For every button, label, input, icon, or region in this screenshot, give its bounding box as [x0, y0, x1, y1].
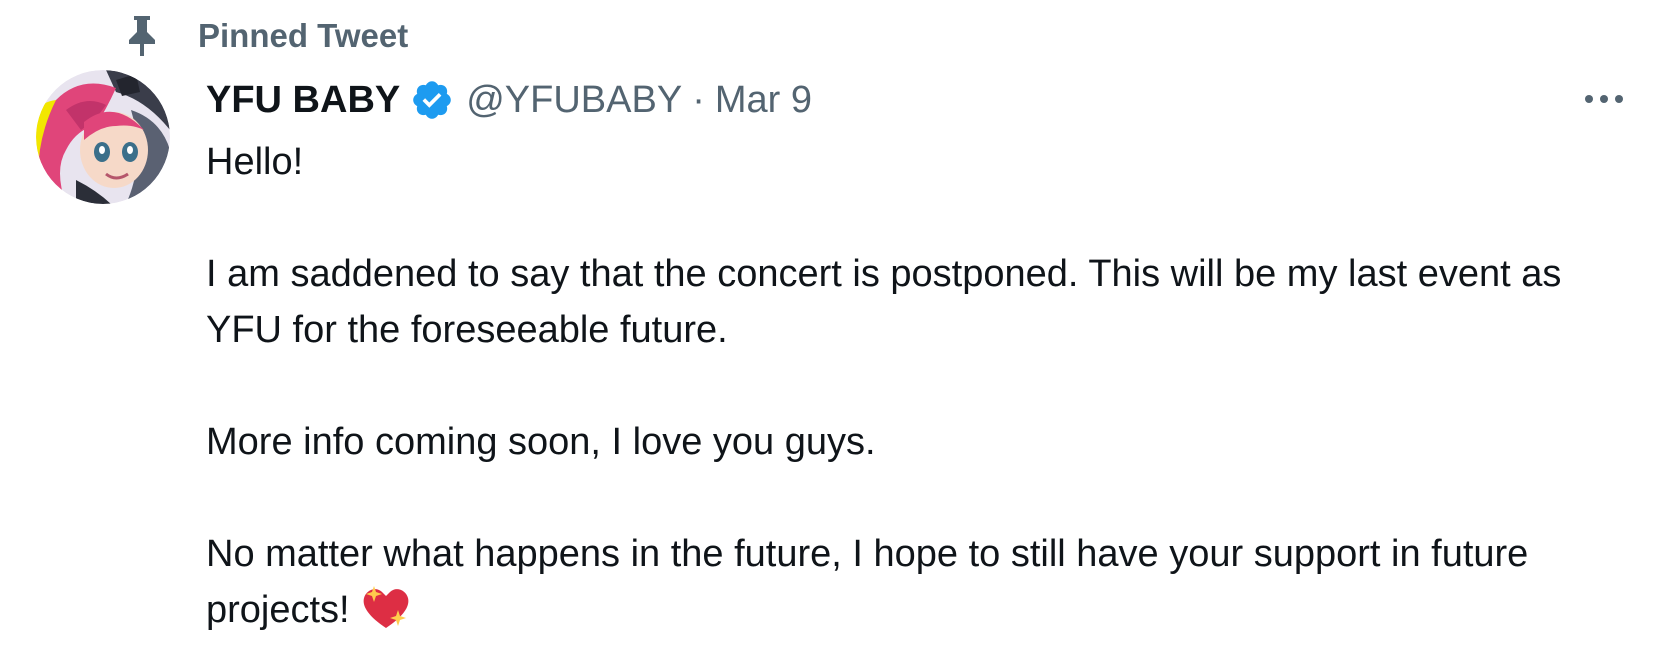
- pin-icon: [120, 14, 164, 58]
- display-name[interactable]: YFU BABY: [206, 79, 400, 122]
- tweet-card[interactable]: Pinned Tweet YFU BABY @YFUBABY · Mar 9 H…: [0, 0, 1656, 656]
- tweet-text: Hello! I am saddened to say that the con…: [206, 134, 1626, 648]
- user-handle[interactable]: @YFUBABY: [466, 79, 682, 122]
- avatar[interactable]: [36, 70, 170, 204]
- sparkling-heart-icon: [360, 584, 412, 648]
- pinned-indicator: Pinned Tweet: [120, 12, 408, 60]
- tweet-paragraph: Hello!: [206, 141, 304, 183]
- tweet-paragraph: I am saddened to say that the concert is…: [206, 253, 1562, 351]
- verified-badge-icon[interactable]: [410, 77, 456, 123]
- tweet-header: YFU BABY @YFUBABY · Mar 9: [206, 72, 812, 128]
- tweet-date[interactable]: Mar 9: [715, 79, 812, 122]
- tweet-paragraph: More info coming soon, I love you guys.: [206, 421, 876, 463]
- tweet-paragraph-last: No matter what happens in the future, I …: [206, 526, 1626, 648]
- more-dots-icon: [1584, 91, 1624, 109]
- more-options-button[interactable]: [1576, 72, 1632, 128]
- separator-dot: ·: [692, 78, 705, 121]
- pinned-label: Pinned Tweet: [198, 17, 409, 54]
